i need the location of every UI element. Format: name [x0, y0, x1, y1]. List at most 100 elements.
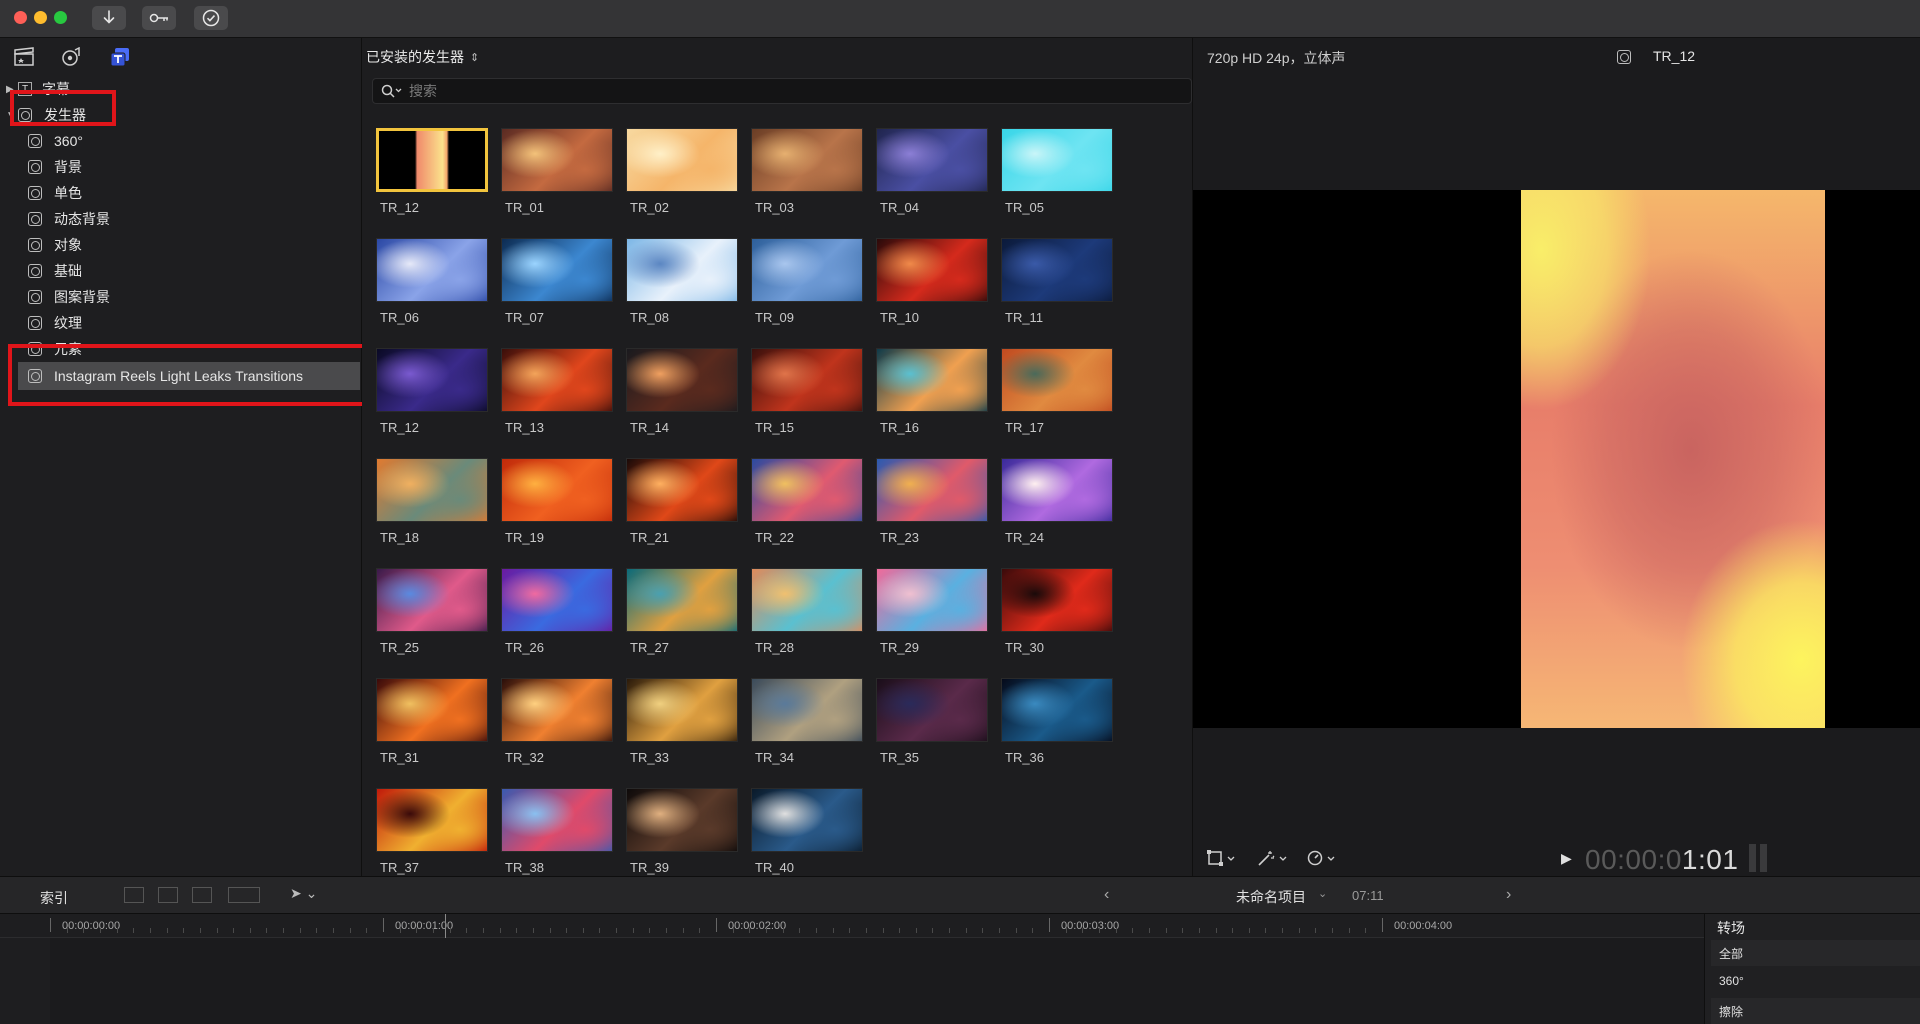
keywords-button[interactable] — [142, 6, 176, 30]
clip-thumbnail[interactable]: TR_26 — [501, 568, 613, 655]
timeline-back-icon[interactable]: ‹ — [1104, 886, 1109, 904]
sidebar-item-objects[interactable]: 对象 — [28, 232, 82, 258]
clip-thumbnail[interactable]: TR_33 — [626, 678, 738, 765]
clip-thumbnail[interactable]: TR_32 — [501, 678, 613, 765]
clip-thumbnail[interactable]: TR_38 — [501, 788, 613, 875]
clip-thumbnail[interactable]: TR_07 — [501, 238, 613, 325]
clip-thumbnail[interactable]: TR_05 — [1001, 128, 1113, 215]
transitions-item-360[interactable]: 360° — [1711, 968, 1920, 994]
ruler-minor-tick — [682, 928, 684, 933]
thumbnail-image — [751, 678, 863, 742]
clip-thumbnail[interactable]: TR_19 — [501, 458, 613, 545]
clip-thumbnail[interactable]: TR_39 — [626, 788, 738, 875]
clip-thumbnail[interactable]: TR_14 — [626, 348, 738, 435]
thumbnail-image — [501, 128, 613, 192]
clip-thumbnail[interactable]: TR_06 — [376, 238, 488, 325]
chevron-down-icon[interactable]: ⌄ — [1318, 887, 1327, 900]
thumbnail-image — [626, 458, 738, 522]
clip-label: TR_35 — [880, 750, 920, 765]
clip-thumbnail[interactable]: TR_09 — [751, 238, 863, 325]
zoom-window-button[interactable] — [54, 11, 67, 24]
overwrite-clip-icon[interactable] — [228, 887, 260, 903]
sidebar-item-solids[interactable]: 单色 — [28, 180, 82, 206]
sidebar-item-animated-backgrounds[interactable]: 动态背景 — [28, 206, 110, 232]
play-icon[interactable]: ▶ — [1561, 850, 1572, 867]
browser-title[interactable]: 已安装的发生器 — [366, 47, 464, 67]
insert-clip-icon[interactable] — [158, 887, 178, 903]
transform-icon[interactable] — [1207, 850, 1237, 869]
connect-clip-icon[interactable] — [124, 887, 144, 903]
clip-label: TR_02 — [630, 200, 670, 215]
append-clip-icon[interactable] — [192, 887, 212, 903]
thumbnail-image — [751, 458, 863, 522]
audio-meter-icon[interactable] — [1749, 844, 1771, 872]
clip-thumbnail[interactable]: TR_28 — [751, 568, 863, 655]
generator-icon — [28, 186, 42, 200]
clip-thumbnail[interactable]: TR_23 — [876, 458, 988, 545]
sidebar-item-basics[interactable]: 基础 — [28, 258, 82, 284]
ruler-tick — [50, 918, 51, 932]
enhance-wand-icon[interactable] — [1257, 850, 1289, 869]
clip-thumbnail[interactable]: TR_21 — [626, 458, 738, 545]
titles-generators-icon[interactable] — [108, 45, 132, 69]
sidebar-item-pattern-backgrounds[interactable]: 图案背景 — [28, 284, 110, 310]
media-library-icon[interactable] — [12, 45, 36, 69]
timeline[interactable]: 00:00:00:00 00:00:01:00 00:00:02:00 00:00:0… — [0, 914, 1920, 1024]
project-name[interactable]: 未命名项目 — [1236, 887, 1306, 907]
clip-thumbnail[interactable]: TR_30 — [1001, 568, 1113, 655]
sidebar-item-textures[interactable]: 纹理 — [28, 310, 82, 336]
clip-thumbnail[interactable]: TR_15 — [751, 348, 863, 435]
clip-thumbnail[interactable]: TR_31 — [376, 678, 488, 765]
clip-thumbnail[interactable]: TR_08 — [626, 238, 738, 325]
clip-thumbnail[interactable]: TR_12 — [376, 128, 488, 215]
sidebar-item-label: 360° — [54, 133, 83, 149]
transitions-item-all[interactable]: 全部 — [1711, 940, 1920, 966]
clip-thumbnail[interactable]: TR_12 — [376, 348, 488, 435]
clip-thumbnail[interactable]: TR_36 — [1001, 678, 1113, 765]
clip-thumbnail[interactable]: TR_10 — [876, 238, 988, 325]
audio-icon[interactable] — [60, 45, 84, 69]
timeline-forward-icon[interactable]: › — [1506, 886, 1511, 904]
clip-label: TR_09 — [755, 310, 795, 325]
minimize-window-button[interactable] — [34, 11, 47, 24]
clip-label: TR_19 — [505, 530, 545, 545]
clip-thumbnail[interactable]: TR_37 — [376, 788, 488, 875]
transitions-item-label: 擦除 — [1719, 1004, 1744, 1019]
clip-thumbnail[interactable]: TR_11 — [1001, 238, 1113, 325]
chevron-updown-icon[interactable]: ⇕ — [470, 51, 479, 64]
clip-thumbnail[interactable]: TR_27 — [626, 568, 738, 655]
clip-thumbnail[interactable]: TR_13 — [501, 348, 613, 435]
background-tasks-button[interactable] — [194, 6, 228, 30]
clip-thumbnail[interactable]: TR_02 — [626, 128, 738, 215]
sidebar-item-360[interactable]: 360° — [28, 128, 83, 154]
clip-thumbnail[interactable]: TR_04 — [876, 128, 988, 215]
clip-thumbnail[interactable]: TR_29 — [876, 568, 988, 655]
index-button[interactable]: 索引 — [40, 888, 68, 908]
clip-thumbnail[interactable]: TR_17 — [1001, 348, 1113, 435]
clip-thumbnail[interactable]: TR_22 — [751, 458, 863, 545]
select-tool-icon[interactable]: ➤ ⌄ — [290, 885, 317, 902]
clip-thumbnail[interactable]: TR_16 — [876, 348, 988, 435]
close-window-button[interactable] — [14, 11, 27, 24]
ruler-minor-tick — [1365, 928, 1367, 933]
timeline-ruler[interactable]: 00:00:00:00 00:00:01:00 00:00:02:00 00:00:0… — [0, 914, 1704, 938]
clip-thumbnail[interactable]: TR_34 — [751, 678, 863, 765]
clip-thumbnail[interactable]: TR_25 — [376, 568, 488, 655]
transitions-item-wipe[interactable]: 擦除 — [1711, 998, 1920, 1024]
clip-thumbnail[interactable]: TR_03 — [751, 128, 863, 215]
thumbnail-image — [626, 788, 738, 852]
timecode-display[interactable]: 00:00:01:01 — [1585, 844, 1738, 876]
sidebar-item-backgrounds[interactable]: 背景 — [28, 154, 82, 180]
generator-icon — [28, 212, 42, 226]
clip-thumbnail[interactable]: TR_24 — [1001, 458, 1113, 545]
clip-thumbnail[interactable]: TR_35 — [876, 678, 988, 765]
clip-thumbnail[interactable]: TR_40 — [751, 788, 863, 875]
clip-thumbnail[interactable]: TR_18 — [376, 458, 488, 545]
speed-gauge-icon[interactable] — [1307, 850, 1339, 869]
viewer-canvas[interactable] — [1193, 190, 1920, 728]
search-field[interactable]: 搜索 — [372, 78, 1192, 104]
clip-thumbnail[interactable]: TR_01 — [501, 128, 613, 215]
timeline-track-area[interactable] — [50, 938, 1704, 1024]
ruler-minor-tick — [1065, 928, 1067, 933]
import-button[interactable] — [92, 6, 126, 30]
